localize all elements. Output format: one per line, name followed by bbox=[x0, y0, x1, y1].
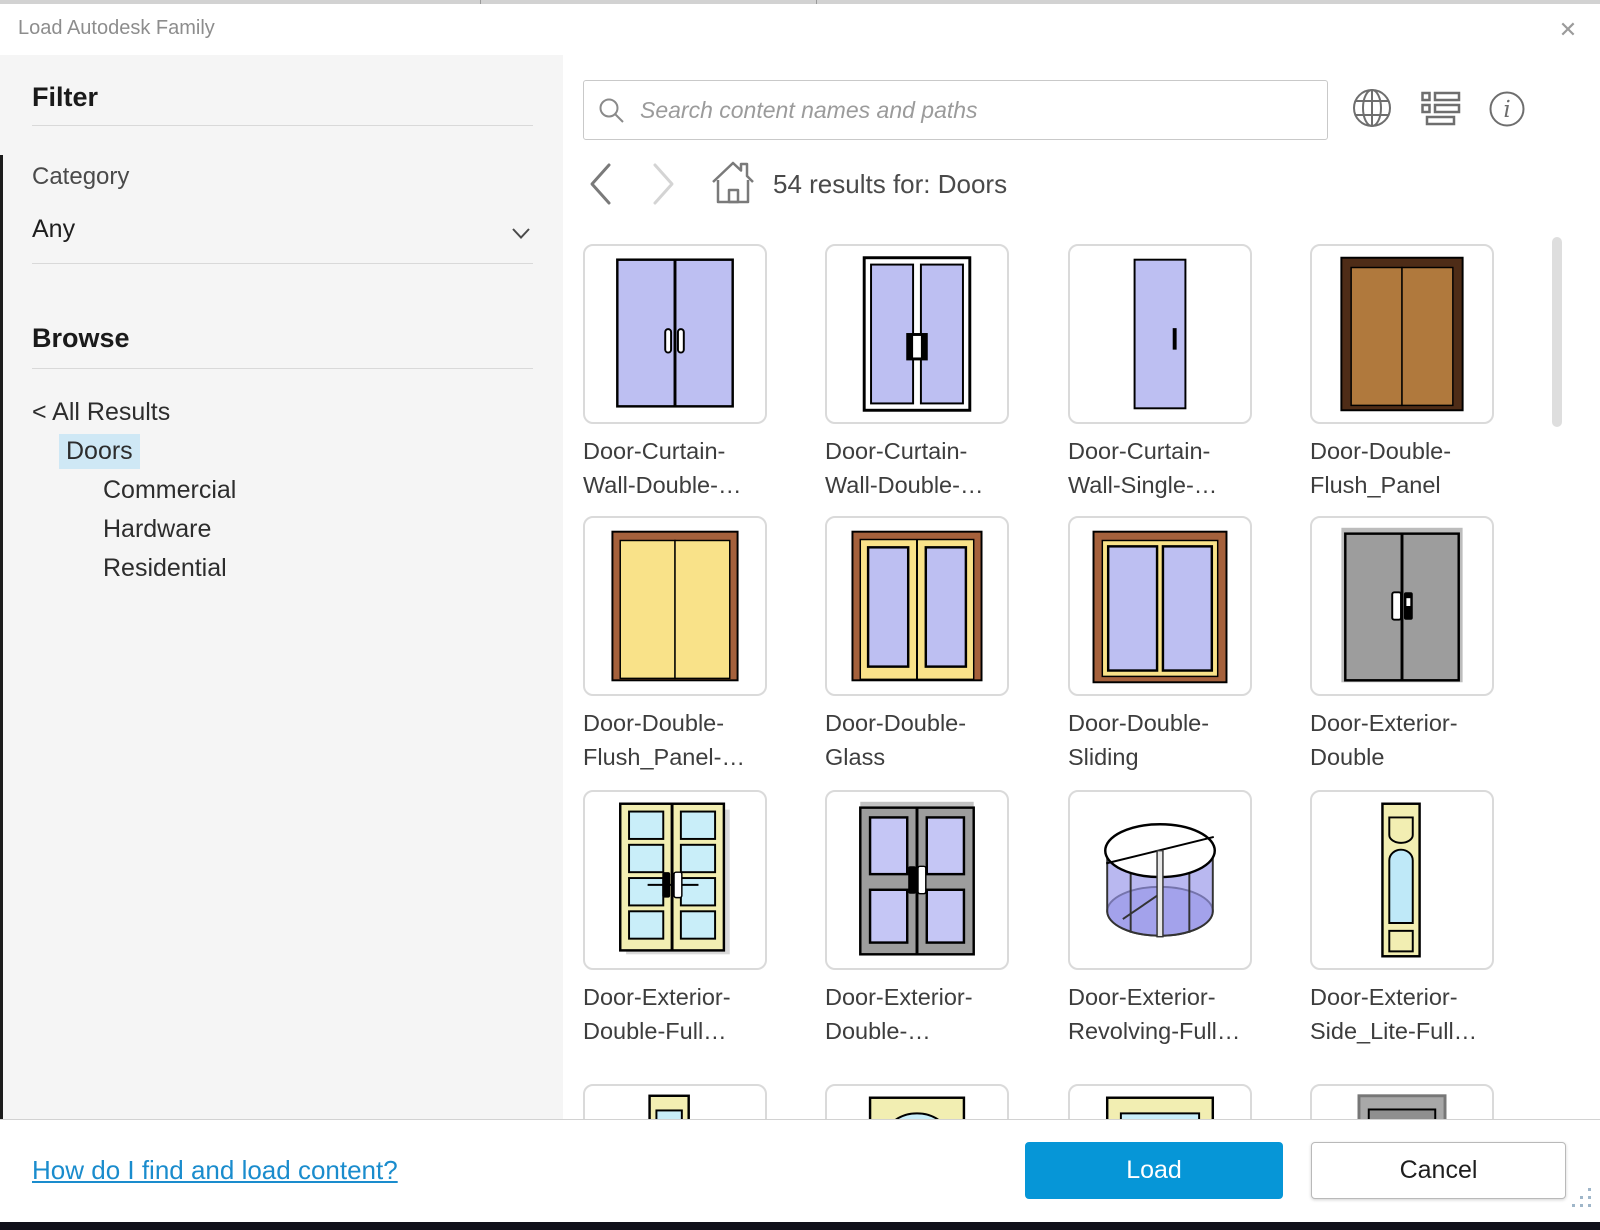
search-icon bbox=[598, 97, 625, 124]
family-card-label: Door-Double-Flush_Panel-… bbox=[583, 710, 745, 770]
search-box bbox=[583, 80, 1328, 140]
category-value: Any bbox=[32, 215, 76, 243]
family-card[interactable] bbox=[825, 244, 1009, 424]
family-card[interactable] bbox=[583, 1084, 767, 1119]
family-card-label: Door-Curtain-Wall-Single-… bbox=[1068, 438, 1218, 498]
browse-heading: Browse bbox=[32, 323, 130, 353]
desktop-edge-bottom bbox=[0, 1222, 1600, 1230]
forward-arrow-icon[interactable] bbox=[649, 161, 679, 207]
svg-text:i: i bbox=[1503, 97, 1510, 123]
globe-icon[interactable] bbox=[1351, 87, 1393, 129]
home-icon[interactable] bbox=[711, 158, 755, 206]
family-card-label: Door-Exterior-Double-… bbox=[825, 984, 973, 1044]
results-panel: i 54 results for: Doors Door-Curtain-Wal… bbox=[563, 55, 1600, 1119]
tree-item-hardware[interactable]: Hardware bbox=[103, 515, 211, 544]
family-card[interactable] bbox=[583, 516, 767, 696]
results-count-text: 54 results for: Doors bbox=[773, 169, 1008, 199]
door-thumbnail bbox=[1340, 256, 1464, 412]
dialog-titlebar: Load Autodesk Family ✕ bbox=[0, 4, 1600, 55]
family-card-label: Door-Double-Sliding bbox=[1068, 710, 1210, 770]
family-card[interactable] bbox=[1068, 790, 1252, 970]
load-button[interactable]: Load bbox=[1025, 1142, 1283, 1199]
door-thumbnail bbox=[1381, 802, 1421, 958]
family-card-label: Door-Exterior-Revolving-Full… bbox=[1068, 984, 1241, 1044]
tree-item-doors-selected[interactable]: Doors bbox=[59, 434, 140, 469]
door-thumbnail bbox=[851, 530, 983, 682]
close-button[interactable]: ✕ bbox=[1550, 12, 1586, 48]
family-card-label: Door-Exterior-Side_Lite-Full… bbox=[1310, 984, 1478, 1044]
door-thumbnail bbox=[1133, 258, 1187, 410]
family-card[interactable] bbox=[825, 516, 1009, 696]
door-thumbnail bbox=[1357, 1094, 1447, 1119]
family-card-label: Door-Exterior-Double bbox=[1310, 710, 1458, 770]
tree-item-all-results[interactable]: < All Results bbox=[32, 398, 170, 427]
family-card[interactable] bbox=[1068, 516, 1252, 696]
chevron-down-icon bbox=[511, 227, 531, 245]
divider bbox=[32, 368, 533, 369]
door-thumbnail bbox=[868, 1096, 966, 1119]
door-thumbnail bbox=[1105, 1096, 1215, 1119]
door-thumbnail bbox=[859, 801, 975, 956]
door-thumbnail bbox=[1092, 530, 1228, 684]
door-thumbnail bbox=[1341, 527, 1463, 683]
family-card[interactable] bbox=[1310, 244, 1494, 424]
family-card[interactable] bbox=[1068, 1084, 1252, 1119]
list-view-icon[interactable] bbox=[1421, 91, 1461, 127]
door-thumbnail bbox=[616, 258, 734, 408]
category-label: Category bbox=[32, 163, 130, 190]
door-thumbnail bbox=[611, 530, 739, 682]
family-card[interactable] bbox=[1310, 790, 1494, 970]
family-card-label: Door-Curtain-Wall-Double-… bbox=[583, 438, 742, 498]
family-card-label: Door-Curtain-Wall-Double-… bbox=[825, 438, 984, 498]
category-dropdown[interactable]: Any bbox=[32, 215, 533, 253]
family-card[interactable] bbox=[1310, 1084, 1494, 1119]
desktop-edge-left bbox=[0, 155, 3, 1119]
scrollbar-thumb[interactable] bbox=[1552, 237, 1562, 427]
door-thumbnail bbox=[1104, 823, 1216, 938]
resize-grip-icon[interactable] bbox=[1564, 1184, 1594, 1214]
family-card-label: Door-Double-Flush_Panel bbox=[1310, 438, 1452, 498]
info-icon[interactable]: i bbox=[1488, 90, 1526, 128]
family-card[interactable] bbox=[1068, 244, 1252, 424]
tree-item-residential[interactable]: Residential bbox=[103, 554, 227, 583]
family-card-label: Door-Exterior-Double-Full… bbox=[583, 984, 731, 1044]
filter-heading: Filter bbox=[32, 82, 99, 112]
family-card-label: Door-Double-Glass bbox=[825, 710, 967, 770]
door-thumbnail bbox=[862, 256, 972, 412]
door-thumbnail bbox=[619, 802, 730, 955]
help-link[interactable]: How do I find and load content? bbox=[32, 1155, 398, 1186]
family-card[interactable] bbox=[583, 790, 767, 970]
family-card[interactable] bbox=[825, 790, 1009, 970]
search-input[interactable] bbox=[638, 95, 1313, 125]
dialog-title: Load Autodesk Family bbox=[18, 17, 215, 39]
family-card[interactable] bbox=[1310, 516, 1494, 696]
door-thumbnail bbox=[648, 1094, 690, 1119]
cancel-button[interactable]: Cancel bbox=[1311, 1142, 1566, 1199]
filter-sidebar: Filter Category Any Browse < All Results… bbox=[0, 55, 563, 1119]
divider bbox=[32, 263, 533, 264]
tree-item-commercial[interactable]: Commercial bbox=[103, 476, 236, 505]
family-card[interactable] bbox=[825, 1084, 1009, 1119]
dialog-footer: How do I find and load content? Load Can… bbox=[0, 1119, 1600, 1222]
family-card[interactable] bbox=[583, 244, 767, 424]
divider bbox=[32, 125, 533, 126]
back-arrow-icon[interactable] bbox=[585, 161, 615, 207]
